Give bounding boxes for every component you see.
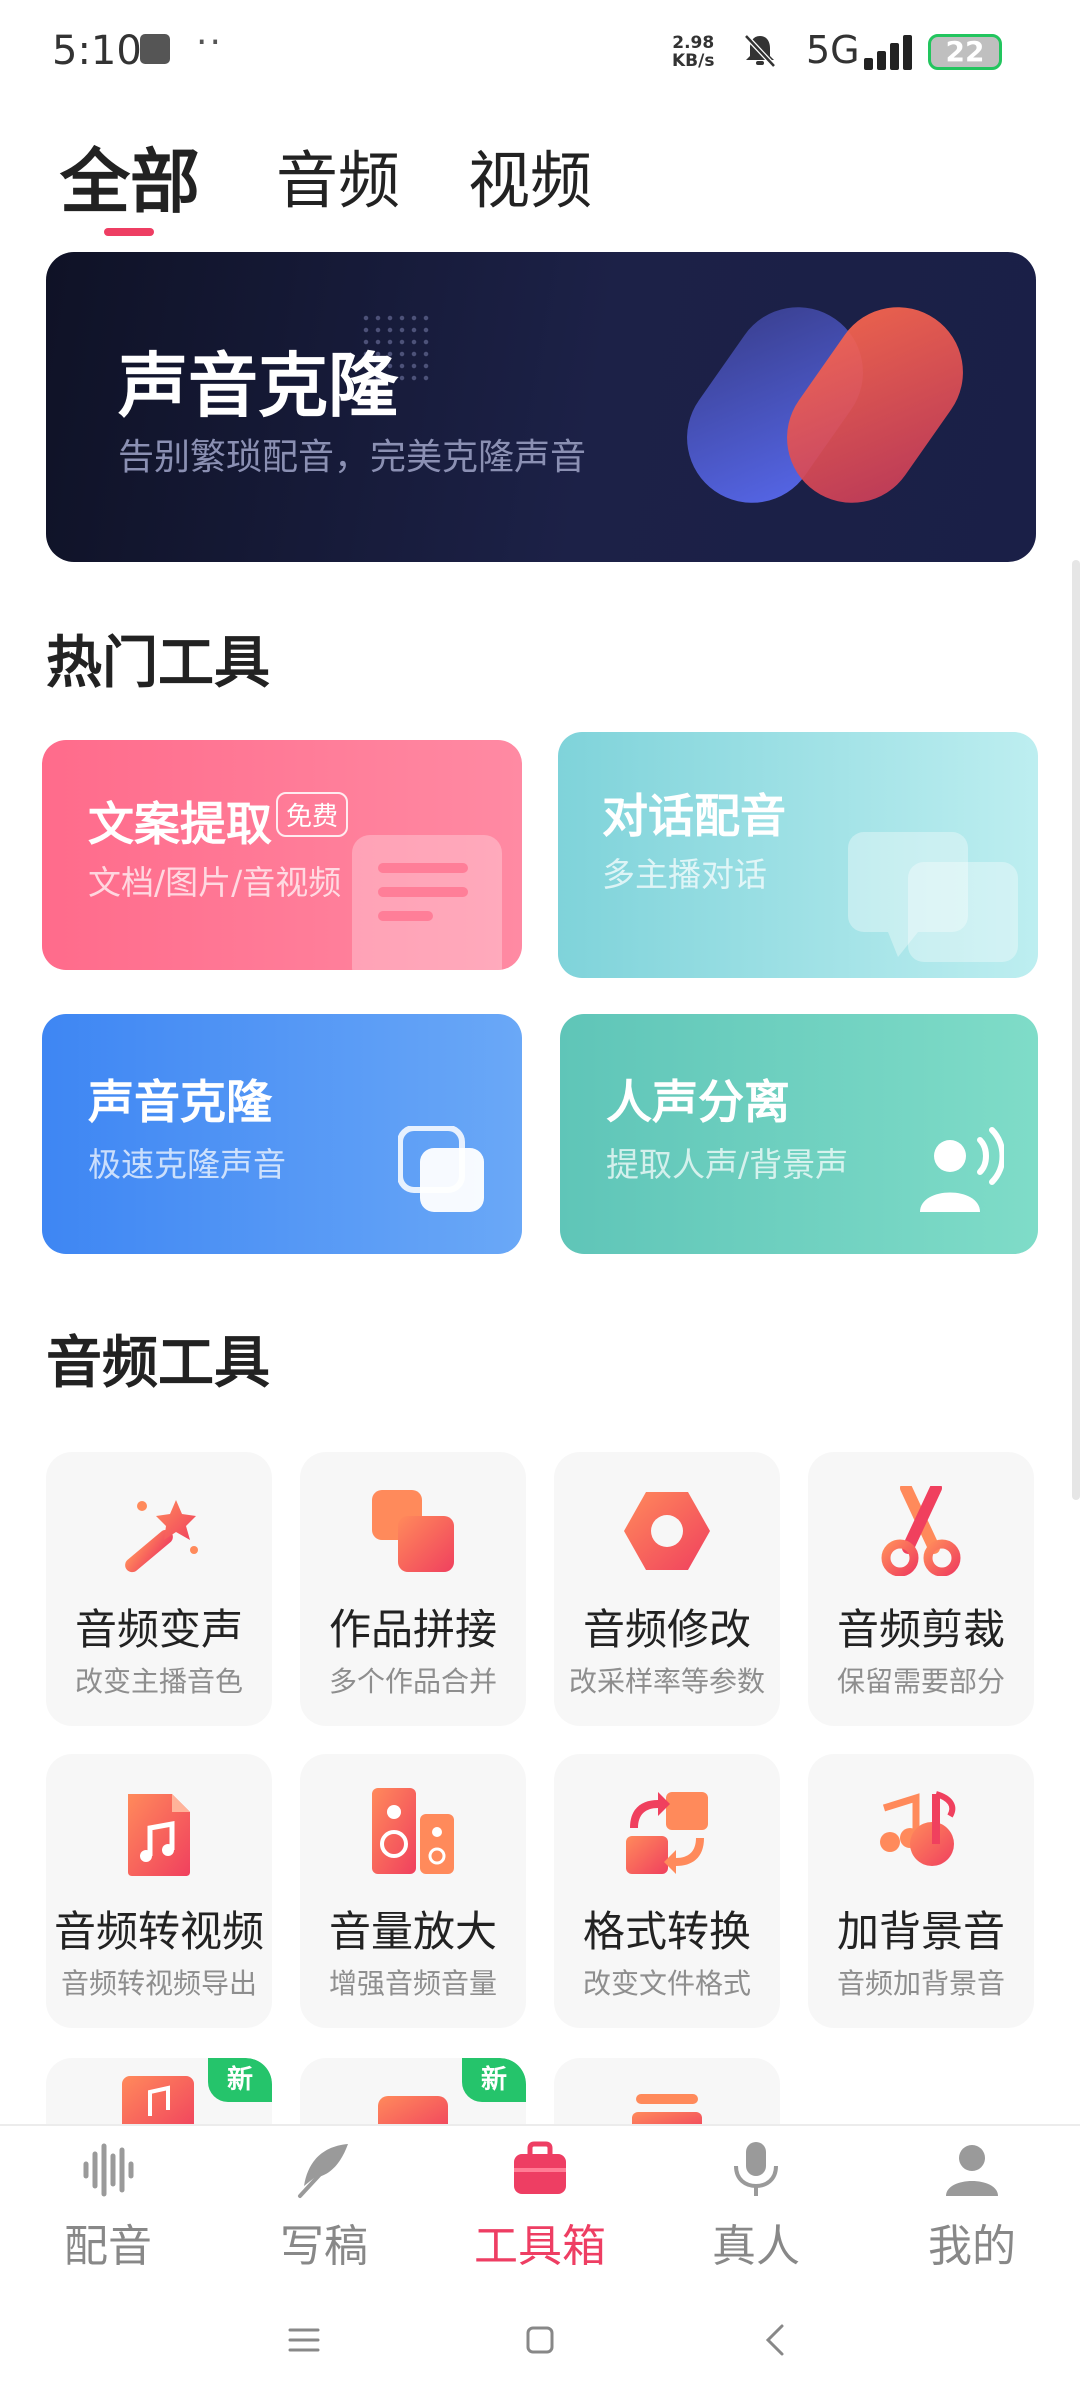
- copy-icon: [398, 1126, 484, 1212]
- tool-name: 格式转换: [582, 1907, 751, 1956]
- battery-level: 22: [945, 35, 985, 68]
- nav-label: 真人: [712, 2221, 800, 2272]
- nav-label: 配音: [64, 2221, 152, 2272]
- hot-tool-dialogue-dubbing[interactable]: 对话配音 多主播对话: [558, 732, 1038, 978]
- tool-name: 音量放大: [328, 1907, 497, 1956]
- music-file-icon: [128, 1794, 190, 1876]
- notification-app-icon: [140, 34, 170, 64]
- free-badge: 免费: [276, 792, 349, 837]
- tool-desc: 保留需要部分: [836, 1665, 1005, 1698]
- banner-title: 声音克隆: [118, 345, 398, 427]
- nav-dubbing[interactable]: 配音: [0, 2136, 216, 2276]
- audio-tool-voice-change[interactable]: 音频变声 改变主播音色: [46, 1452, 272, 1726]
- audio-tool-partial-2[interactable]: 新: [300, 2058, 526, 2128]
- audio-tool-partial-1[interactable]: 新: [46, 2058, 272, 2128]
- magic-wand-icon: [125, 1500, 198, 1573]
- tool-name: 音频修改: [582, 1605, 751, 1654]
- audio-tool-trim[interactable]: 音频剪裁 保留需要部分: [808, 1452, 1034, 1726]
- audio-tool-format-convert[interactable]: 格式转换 改变文件格式: [554, 1754, 780, 2028]
- audio-tool-merge[interactable]: 作品拼接 多个作品合并: [300, 1452, 526, 1726]
- hot-tool-voice-clone[interactable]: 声音克隆 极速克隆声音: [42, 1014, 522, 1254]
- hot-tools-title: 热门工具: [46, 631, 270, 696]
- back-icon[interactable]: [756, 2320, 796, 2360]
- speaker-icon: [372, 1788, 454, 1874]
- tool-desc: 增强音频音量: [328, 1967, 497, 2000]
- hot-tool-subtitle: 文档/图片/音视频: [88, 863, 342, 902]
- tab-audio[interactable]: 音频: [276, 130, 400, 220]
- hot-tool-subtitle: 多主播对话: [602, 855, 767, 894]
- music-note-icon: [880, 1791, 956, 1866]
- hot-tool-title: 文案提取: [88, 797, 272, 851]
- tool-desc: 改变文件格式: [582, 1967, 751, 2000]
- tool-desc: 多个作品合并: [328, 1665, 497, 1698]
- convert-icon: [626, 1792, 708, 1874]
- scissors-icon: [881, 1486, 961, 1576]
- tool-name: 音频剪裁: [836, 1605, 1005, 1654]
- banner-subtitle: 告别繁琐配音，完美克隆声音: [118, 437, 587, 478]
- more-notifications-icon: ··: [196, 22, 223, 63]
- hot-tool-text-extract[interactable]: 文案提取 免费 文档/图片/音视频: [42, 740, 522, 970]
- stacked-squares-icon: [372, 1490, 454, 1572]
- toolbox-icon: [514, 2141, 566, 2194]
- document-icon: [352, 835, 502, 970]
- audio-tool-add-bgm[interactable]: 加背景音 音频加背景音: [808, 1754, 1034, 2028]
- feather-icon: [298, 2144, 348, 2198]
- hexagon-nut-icon: [624, 1492, 710, 1570]
- network-speed-unit: KB/s: [672, 51, 715, 71]
- battery-icon: 22: [928, 34, 1002, 70]
- audio-tools-title: 音频工具: [46, 1331, 270, 1396]
- status-bar: 5:10 ·· 2.98 KB/s 5G 22: [0, 0, 1080, 100]
- new-badge: 新: [462, 2058, 526, 2102]
- hot-tool-title: 对话配音: [602, 789, 786, 843]
- nav-label: 工具箱: [474, 2221, 606, 2272]
- tool-desc: 改变主播音色: [74, 1665, 243, 1698]
- tool-desc: 音频转视频导出: [60, 1967, 257, 2000]
- voice-user-icon: [920, 1127, 1004, 1212]
- nav-writing[interactable]: 写稿: [216, 2136, 432, 2276]
- new-badge: 新: [208, 2058, 272, 2102]
- microphone-icon: [734, 2142, 778, 2196]
- hot-tool-vocal-separation[interactable]: 人声分离 提取人声/背景声: [560, 1014, 1038, 1254]
- network-speed-value: 2.98: [672, 33, 715, 53]
- tab-all[interactable]: 全部: [60, 126, 200, 227]
- network-speed: 2.98 KB/s: [672, 34, 714, 70]
- audio-tool-to-video[interactable]: 音频转视频 音频转视频导出: [46, 1754, 272, 2028]
- home-icon[interactable]: [520, 2320, 560, 2360]
- music-file-icon: [122, 2076, 194, 2128]
- bell-muted-icon: [744, 34, 776, 68]
- hot-tool-title: 人声分离: [606, 1075, 790, 1129]
- hot-tool-subtitle: 极速克隆声音: [88, 1145, 286, 1184]
- tool-name: 作品拼接: [328, 1605, 497, 1654]
- audio-tool-modify[interactable]: 音频修改 改采样率等参数: [554, 1452, 780, 1726]
- tool-name: 音频变声: [74, 1605, 243, 1654]
- page-scrollbar[interactable]: [1072, 560, 1080, 1500]
- network-type: 5G: [806, 28, 860, 72]
- nav-label: 我的: [928, 2221, 1016, 2272]
- tab-video[interactable]: 视频: [468, 130, 592, 220]
- status-time: 5:10: [52, 28, 142, 74]
- banner-3d-shape-icon: [687, 307, 963, 503]
- signal-icon: [864, 35, 912, 70]
- tool-desc: 改采样率等参数: [568, 1665, 765, 1698]
- hot-tool-title: 声音克隆: [88, 1075, 272, 1129]
- tool-name: 加背景音: [836, 1907, 1005, 1956]
- list-icon: [632, 2094, 702, 2128]
- nav-label: 写稿: [280, 2221, 368, 2272]
- user-icon: [946, 2145, 998, 2196]
- audio-tool-partial-3[interactable]: [554, 2058, 780, 2128]
- nav-profile[interactable]: 我的: [864, 2136, 1080, 2276]
- nav-toolbox[interactable]: 工具箱: [432, 2136, 648, 2276]
- menu-icon[interactable]: [284, 2320, 324, 2360]
- nav-human-voice[interactable]: 真人: [648, 2136, 864, 2276]
- audio-tool-volume-boost[interactable]: 音量放大 增强音频音量: [300, 1754, 526, 2028]
- tool-name: 音频转视频: [53, 1907, 264, 1956]
- tool-desc: 音频加背景音: [836, 1967, 1005, 2000]
- hot-tool-subtitle: 提取人声/背景声: [606, 1145, 849, 1184]
- waveform-icon: [83, 2143, 134, 2197]
- active-tab-indicator: [104, 228, 154, 236]
- chat-bubbles-icon: [848, 832, 1018, 962]
